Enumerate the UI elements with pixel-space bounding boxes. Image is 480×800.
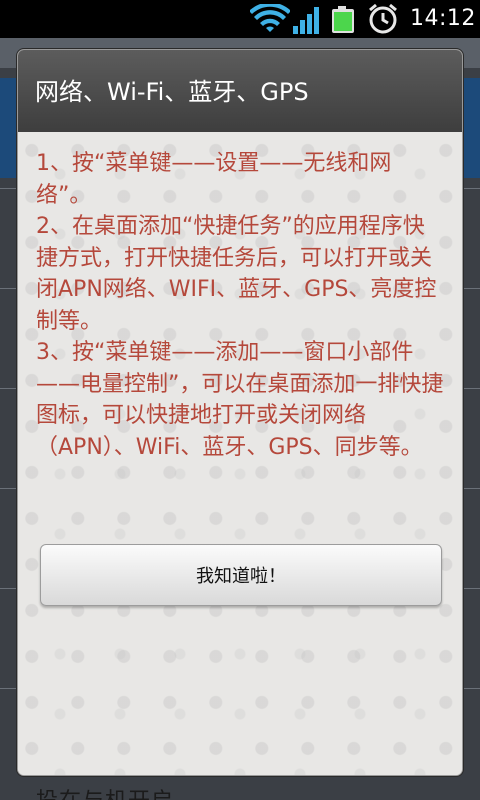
dialog-paragraph: 1、按“菜单键——设置——无线和网络”。 <box>36 151 392 208</box>
dialog-header: 网络、Wi-Fi、蓝牙、GPS <box>18 50 462 132</box>
alarm-icon <box>369 3 397 34</box>
battery-icon <box>332 6 354 33</box>
signal-icon <box>293 7 319 34</box>
background-list-item-label: 投在与机开启 <box>36 783 174 800</box>
info-dialog: 网络、Wi-Fi、蓝牙、GPS 1、按“菜单键——设置——无线和网络”。 2、在… <box>17 49 463 776</box>
dialog-body: 1、按“菜单键——设置——无线和网络”。 2、在桌面添加“快捷任务”的应用程序快… <box>18 132 462 775</box>
status-time: 14:12 <box>410 6 476 31</box>
status-bar: 14:12 <box>0 0 480 38</box>
wifi-icon <box>250 4 290 32</box>
got-it-button[interactable]: 我知道啦！ <box>40 544 442 606</box>
dialog-paragraph: 3、按“菜单键——添加——窗口小部件——电量控制”，可以在桌面添加一排快捷图标，… <box>36 340 444 460</box>
dialog-paragraph: 2、在桌面添加“快捷任务”的应用程序快捷方式，打开快捷任务后，可以打开或关闭AP… <box>36 214 437 334</box>
dialog-message: 1、按“菜单键——设置——无线和网络”。 2、在桌面添加“快捷任务”的应用程序快… <box>36 148 446 463</box>
dialog-title: 网络、Wi-Fi、蓝牙、GPS <box>35 78 309 106</box>
